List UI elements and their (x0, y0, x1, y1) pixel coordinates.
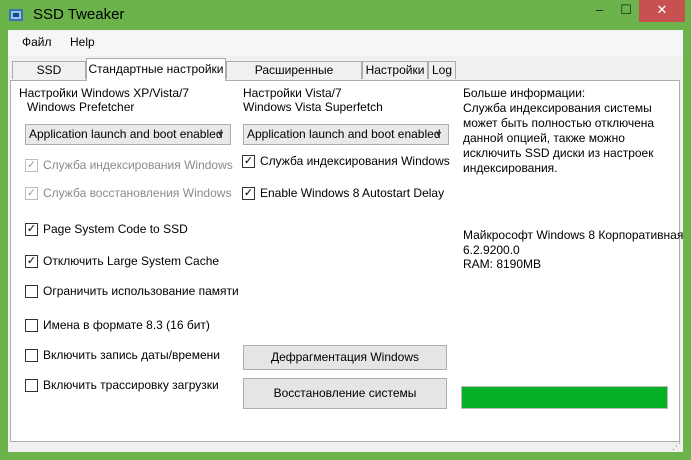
checkbox-label: Ограничить использование памяти (43, 284, 239, 298)
tab-log[interactable]: Log (428, 61, 456, 79)
checkbox-label: Page System Code to SSD (43, 222, 188, 236)
info-line: данной опцией, также можно (463, 131, 625, 145)
prefetcher-select[interactable]: Application launch and boot enabled ▼ (25, 124, 231, 145)
checkmark-icon: ✓ (242, 187, 255, 200)
title-bar[interactable]: SSD Tweaker ‒ ☐ ✕ (0, 0, 691, 30)
resize-grip-icon[interactable]: ⋰ (672, 441, 681, 452)
checkbox-label: Включить трассировку загрузки (43, 378, 219, 392)
checkbox-label: Служба восстановления Windows (43, 186, 232, 200)
info-title: Больше информации: (463, 86, 586, 100)
os-version: 6.2.9200.0 (463, 243, 520, 257)
checkmark-icon: ✓ (242, 155, 255, 168)
checkbox-label: Отключить Large System Cache (43, 254, 220, 268)
info-line: Служба индексирования системы (463, 101, 652, 115)
menu-file[interactable]: Файл (22, 35, 52, 49)
prefetcher-select-value: Application launch and boot enabled (29, 127, 223, 141)
tab-ssd-tweaker[interactable]: SSD Tweaker (12, 61, 86, 94)
window-title: SSD Tweaker (33, 6, 125, 23)
system-restore-button[interactable]: Восстановление системы (243, 378, 447, 409)
checkbox-label: Enable Windows 8 Autostart Delay (260, 186, 445, 200)
os-name: Майкрософт Windows 8 Корпоративная (463, 228, 684, 242)
checkbox-label: Включить запись даты/времени (43, 348, 220, 362)
status-bar: ⋰ (8, 441, 683, 452)
progress-bar (461, 386, 668, 409)
checkmark-icon: ✓ (25, 223, 38, 236)
tab-settings[interactable]: Настройки (362, 61, 428, 79)
checkmark-icon: ✓ (25, 187, 38, 200)
superfetch-select-value: Application launch and boot enabled (247, 127, 441, 141)
checkmark-icon: ✓ (25, 159, 38, 172)
menu-help[interactable]: Help (70, 35, 95, 49)
info-line: может быть полностью отключена (463, 116, 655, 130)
middle-subtitle: Windows Vista Superfetch (243, 100, 383, 114)
progress-fill (462, 387, 667, 408)
middle-group-title: Настройки Vista/7 (243, 86, 342, 100)
tab-panel: Настройки Windows XP/Vista/7 Windows Pre… (10, 80, 684, 442)
client-area: Файл Help SSD Tweaker Стандартные настро… (8, 30, 683, 452)
menu-bar: Файл Help (8, 30, 683, 56)
app-icon (9, 9, 23, 21)
left-subtitle: Windows Prefetcher (27, 100, 135, 114)
checkbox-label: Служба индексирования Windows (260, 154, 450, 168)
maximize-button[interactable]: ☐ (613, 0, 639, 22)
minimize-button[interactable]: ‒ (586, 0, 613, 22)
ram-info: RAM: 8190MB (463, 257, 542, 271)
info-line: индексирования. (463, 161, 558, 175)
checkbox-label: Служба индексирования Windows (43, 158, 233, 172)
tab-advanced-settings[interactable]: Расширенные настройки (226, 61, 362, 94)
checkmark-icon: ✓ (25, 255, 38, 268)
app-window: SSD Tweaker ‒ ☐ ✕ Файл Help SSD Tweaker … (0, 0, 691, 460)
defrag-button[interactable]: Дефрагментация Windows (243, 345, 447, 370)
info-line: исключить SSD диски из настроек (463, 146, 654, 160)
superfetch-select[interactable]: Application launch and boot enabled ▼ (243, 124, 449, 145)
left-group-title: Настройки Windows XP/Vista/7 (19, 86, 189, 100)
close-button[interactable]: ✕ (639, 0, 685, 22)
tab-strip: SSD Tweaker Стандартные настройки Расшир… (8, 58, 683, 94)
checkbox-label: Имена в формате 8.3 (16 бит) (43, 318, 210, 332)
chevron-down-icon: ▼ (434, 129, 443, 139)
tab-standard-settings[interactable]: Стандартные настройки (86, 58, 226, 81)
chevron-down-icon: ▼ (216, 129, 225, 139)
